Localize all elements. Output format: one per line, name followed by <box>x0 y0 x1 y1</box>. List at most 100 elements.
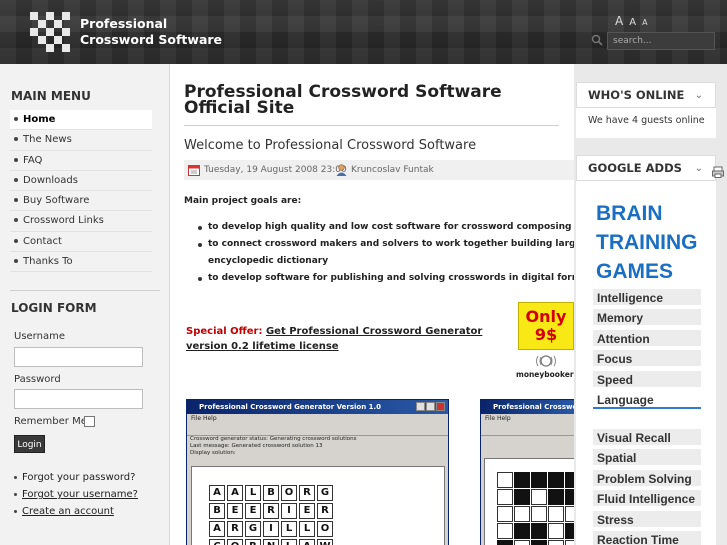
create-account-link[interactable]: Create an account <box>22 506 114 517</box>
username-field[interactable] <box>14 347 143 367</box>
price-badge-line-2: 9$ <box>534 325 558 344</box>
crossword-cell: L <box>281 539 297 545</box>
crossword-cell <box>531 472 547 488</box>
ad-item[interactable]: Fluid Intelligence <box>593 490 701 509</box>
password-label: Password <box>14 374 61 385</box>
crossword-cell: R <box>263 503 279 519</box>
crossword-cell <box>514 472 530 488</box>
screenshot-title: Professional Crossword Generator Version… <box>187 400 448 414</box>
crossword-cell: N <box>263 539 279 545</box>
screenshot-status-line: Last message: Generated crossword soluti… <box>187 443 448 450</box>
crossword-cell: O <box>317 521 333 537</box>
menu-item-faq[interactable]: FAQ <box>10 151 152 171</box>
google-adds-header[interactable]: GOOGLE ADDS ⌄ <box>576 155 716 181</box>
crossword-grid <box>497 472 579 545</box>
menu-item-home[interactable]: Home <box>10 110 152 131</box>
list-item: Create an account <box>14 503 138 520</box>
ad-item[interactable]: Speed <box>593 370 701 389</box>
crossword-cell: L <box>299 521 315 537</box>
divider <box>184 125 559 126</box>
crossword-cell <box>548 506 564 522</box>
crossword-cell: R <box>317 503 333 519</box>
crossword-cell: R <box>245 539 261 545</box>
print-icon[interactable] <box>712 166 724 178</box>
chevron-down-icon: ⌄ <box>694 163 703 174</box>
chevron-down-icon: ⌄ <box>694 90 703 101</box>
ad-item[interactable]: Memory <box>593 309 701 328</box>
crossword-cell <box>531 506 547 522</box>
user-icon <box>336 164 347 176</box>
moneybookers-waves-icon <box>536 355 556 367</box>
search-icon <box>591 34 603 46</box>
login-button[interactable]: Login <box>14 435 45 453</box>
crossword-cell <box>497 472 513 488</box>
ad-item[interactable]: Intelligence <box>593 289 701 307</box>
ad-item[interactable]: Language <box>593 391 701 409</box>
font-increase-button[interactable]: A <box>615 14 623 28</box>
crossword-cell: G <box>317 485 333 501</box>
generator-screenshot-2[interactable]: Professional Crossword Gen File Help <box>480 399 580 545</box>
forgot-username-link[interactable]: Forgot your username? <box>22 489 138 500</box>
crossword-cell: C <box>209 539 225 545</box>
font-decrease-button[interactable]: A <box>642 18 647 27</box>
ad-headline-line: GAMES <box>596 260 674 283</box>
article-date: Tuesday, 19 August 2008 23:00 <box>204 165 347 175</box>
menu-item-buy-software[interactable]: Buy Software <box>10 191 152 212</box>
moneybookers-logo[interactable]: moneybookers <box>514 352 578 382</box>
brain-training-ad[interactable]: BRAIN TRAINING GAMES <box>596 199 698 286</box>
list-item: Forgot your username? <box>14 486 138 503</box>
goals-heading: Main project goals are: <box>184 196 302 206</box>
search-input[interactable] <box>607 32 715 50</box>
ad-item[interactable]: Visual Recall <box>593 429 701 447</box>
main-menu: Home The News FAQ Downloads Buy Software… <box>10 110 152 273</box>
crossword-cell: R <box>299 485 315 501</box>
crossword-cell: I <box>281 503 297 519</box>
crossword-cell: O <box>227 539 243 545</box>
article-title[interactable]: Welcome to Professional Crossword Softwa… <box>184 138 476 153</box>
screenshot-status-line: Display solution: <box>187 450 448 457</box>
crossword-cell <box>497 523 513 539</box>
password-field[interactable] <box>14 389 143 409</box>
ad-item[interactable]: Stress <box>593 510 701 529</box>
ad-item[interactable]: Reaction Time <box>593 531 701 545</box>
screenshot-title: Professional Crossword Gen <box>481 400 579 414</box>
screenshot-status-line: Crossword generator status: Generating c… <box>187 436 448 443</box>
remember-me-checkbox[interactable] <box>84 416 95 427</box>
ad-item[interactable]: Spatial Reasoning <box>593 449 701 483</box>
ad-item[interactable]: Focus <box>593 350 701 369</box>
list-item: Forgot your password? <box>14 469 138 486</box>
ad-headline-line: TRAINING <box>596 231 698 254</box>
checkerboard-logo-icon <box>30 12 70 52</box>
font-reset-button[interactable]: A <box>629 17 636 28</box>
crossword-cell: E <box>227 503 243 519</box>
forgot-password-link[interactable]: Forgot your password? <box>22 472 135 483</box>
crossword-cell <box>531 489 547 505</box>
logo-line-2: Crossword Software <box>80 32 223 47</box>
menu-item-downloads[interactable]: Downloads <box>10 171 152 192</box>
crossword-cell: L <box>281 521 297 537</box>
menu-item-the-news[interactable]: The News <box>10 130 152 151</box>
crossword-cell: E <box>299 503 315 519</box>
generator-screenshot[interactable]: Professional Crossword Generator Version… <box>186 399 449 545</box>
crossword-cell: G <box>245 521 261 537</box>
whos-online-header[interactable]: WHO'S ONLINE ⌄ <box>576 82 716 108</box>
menu-item-crossword-links[interactable]: Crossword Links <box>10 211 152 232</box>
logo-line-1: Professional <box>80 16 168 31</box>
site-logo-text[interactable]: Professional Crossword Software <box>80 16 222 48</box>
crossword-cell: O <box>281 485 297 501</box>
menu-item-thanks-to[interactable]: Thanks To <box>10 252 152 273</box>
page-title: Professional Crossword Software Official… <box>184 82 502 118</box>
crossword-cell <box>548 489 564 505</box>
crossword-cell: A <box>209 485 225 501</box>
menu-item-contact[interactable]: Contact <box>10 232 152 253</box>
ad-item[interactable]: Attention <box>593 329 701 348</box>
main-menu-title: MAIN MENU <box>11 89 91 103</box>
price-badge[interactable]: Only 9$ <box>518 302 574 350</box>
ad-item[interactable]: Problem Solving <box>593 469 701 488</box>
crossword-cell <box>497 489 513 505</box>
special-offer: Special Offer: Get Professional Crosswor… <box>186 324 496 354</box>
crossword-cell: E <box>245 503 261 519</box>
screenshot-menu: File Help <box>187 414 448 424</box>
crossword-cell <box>514 506 530 522</box>
crossword-cell: W <box>317 539 333 545</box>
